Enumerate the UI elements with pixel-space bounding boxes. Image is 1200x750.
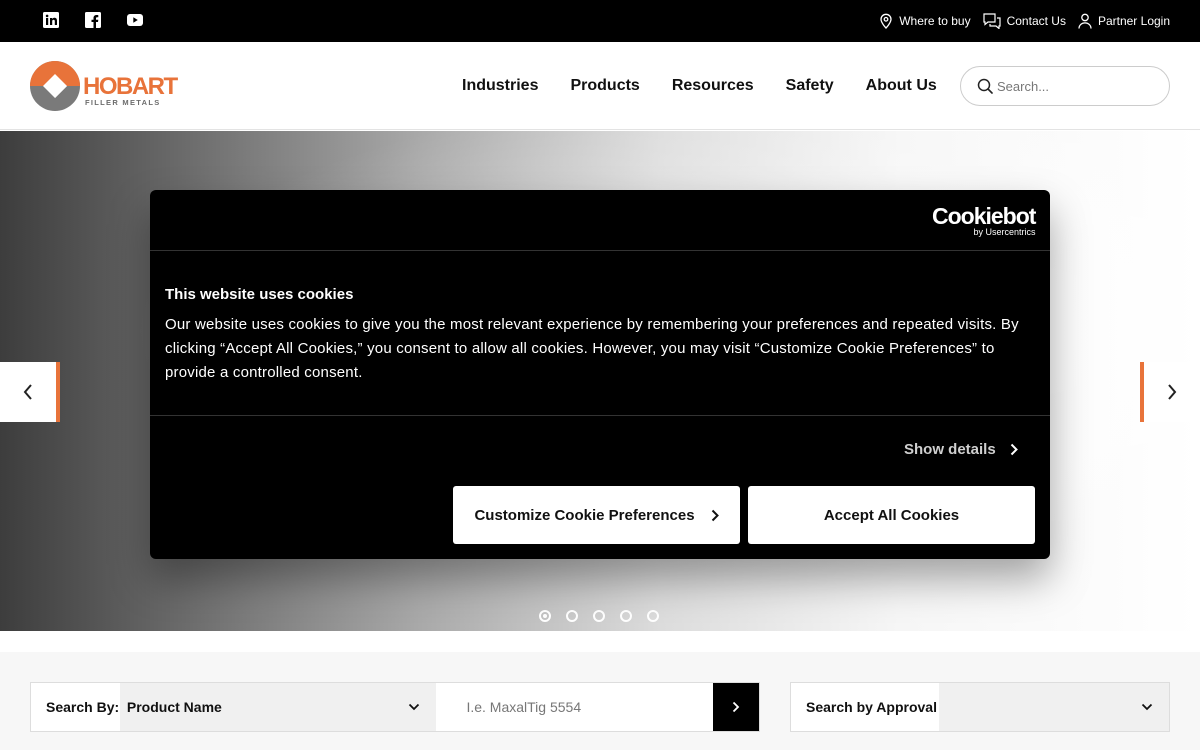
linkedin-icon[interactable] [43, 12, 59, 28]
main-nav: Industries Products Resources Safety Abo… [446, 42, 953, 130]
product-search-submit-button[interactable] [713, 683, 760, 731]
cookiebot-logo: Cookiebot by Usercentrics [932, 203, 1036, 237]
cookie-dialog-body: Our website uses cookies to give you the… [165, 316, 1019, 381]
show-details-link[interactable]: Show details [904, 441, 1018, 458]
carousel-next-button[interactable] [1140, 362, 1200, 422]
cookiebot-logo-text: Cookiebot [932, 203, 1036, 229]
hobart-logo[interactable]: HOBART FILLER METALS [30, 61, 180, 113]
chevron-down-icon [409, 703, 420, 711]
chevron-left-icon [23, 384, 32, 400]
chevron-right-icon [732, 701, 740, 713]
accept-all-cookies-button[interactable]: Accept All Cookies [748, 486, 1035, 544]
top-bar: Where to buy Contact Us Partner Login [0, 0, 1200, 42]
facebook-icon[interactable] [85, 12, 101, 28]
search-by-selected: Product Name [126, 699, 222, 715]
map-pin-icon [880, 13, 892, 29]
chevron-right-icon [1168, 384, 1177, 400]
cookie-consent-dialog: Cookiebot by Usercentrics This website u… [150, 190, 1050, 559]
chevron-down-icon [1141, 703, 1153, 711]
utility-links: Where to buy Contact Us Partner Login [879, 0, 1170, 42]
contact-us-link[interactable]: Contact Us [982, 13, 1066, 29]
chevron-right-icon [711, 509, 719, 521]
carousel-dot[interactable] [620, 610, 632, 622]
partner-login-label: Partner Login [1097, 14, 1170, 28]
carousel-dot[interactable] [566, 610, 578, 622]
chevron-right-icon [1010, 443, 1018, 456]
search-by-select[interactable]: Product Name [119, 683, 437, 731]
carousel-dot[interactable] [539, 610, 551, 622]
user-icon [1078, 13, 1092, 29]
show-details-label: Show details [904, 441, 996, 458]
logo-brand-text: HOBART [83, 73, 178, 100]
cookie-dialog-title: This website uses cookies [165, 286, 354, 303]
product-search-group: Search By: Product Name [30, 682, 760, 732]
carousel-prev-button[interactable] [0, 362, 60, 422]
nav-safety[interactable]: Safety [770, 77, 850, 95]
customize-cookie-preferences-button[interactable]: Customize Cookie Preferences [453, 486, 740, 544]
search-icon [977, 78, 993, 94]
partner-login-link[interactable]: Partner Login [1078, 13, 1170, 29]
where-to-buy-label: Where to buy [899, 14, 971, 28]
where-to-buy-link[interactable]: Where to buy [879, 13, 971, 29]
search-by-label: Search By: [46, 699, 120, 715]
chat-bubbles-icon [982, 13, 1001, 29]
nav-products[interactable]: Products [554, 77, 655, 95]
youtube-icon[interactable] [127, 14, 143, 26]
product-search-field [436, 683, 713, 731]
carousel-dots [539, 610, 659, 622]
approval-select[interactable] [939, 683, 1169, 731]
nav-about-us[interactable]: About Us [850, 77, 953, 95]
site-header: HOBART FILLER METALS Industries Products… [0, 42, 1200, 130]
logo-sub-text: FILLER METALS [85, 98, 161, 107]
product-search-input[interactable] [466, 699, 697, 715]
carousel-dot[interactable] [647, 610, 659, 622]
search-input[interactable] [997, 78, 1157, 94]
customize-button-label: Customize Cookie Preferences [474, 506, 695, 524]
search-by-approval-label: Search by Approval [806, 699, 937, 715]
approval-search-group: Search by Approval [790, 682, 1170, 732]
cookie-dialog-header: Cookiebot by Usercentrics [150, 190, 1050, 251]
nav-industries[interactable]: Industries [446, 77, 554, 95]
divider [150, 415, 1050, 416]
accept-button-label: Accept All Cookies [823, 506, 960, 524]
nav-resources[interactable]: Resources [656, 77, 770, 95]
product-search-band: Search By: Product Name Search by Approv… [0, 652, 1200, 750]
site-search[interactable] [960, 66, 1170, 106]
contact-us-label: Contact Us [1006, 14, 1066, 28]
carousel-dot[interactable] [593, 610, 605, 622]
